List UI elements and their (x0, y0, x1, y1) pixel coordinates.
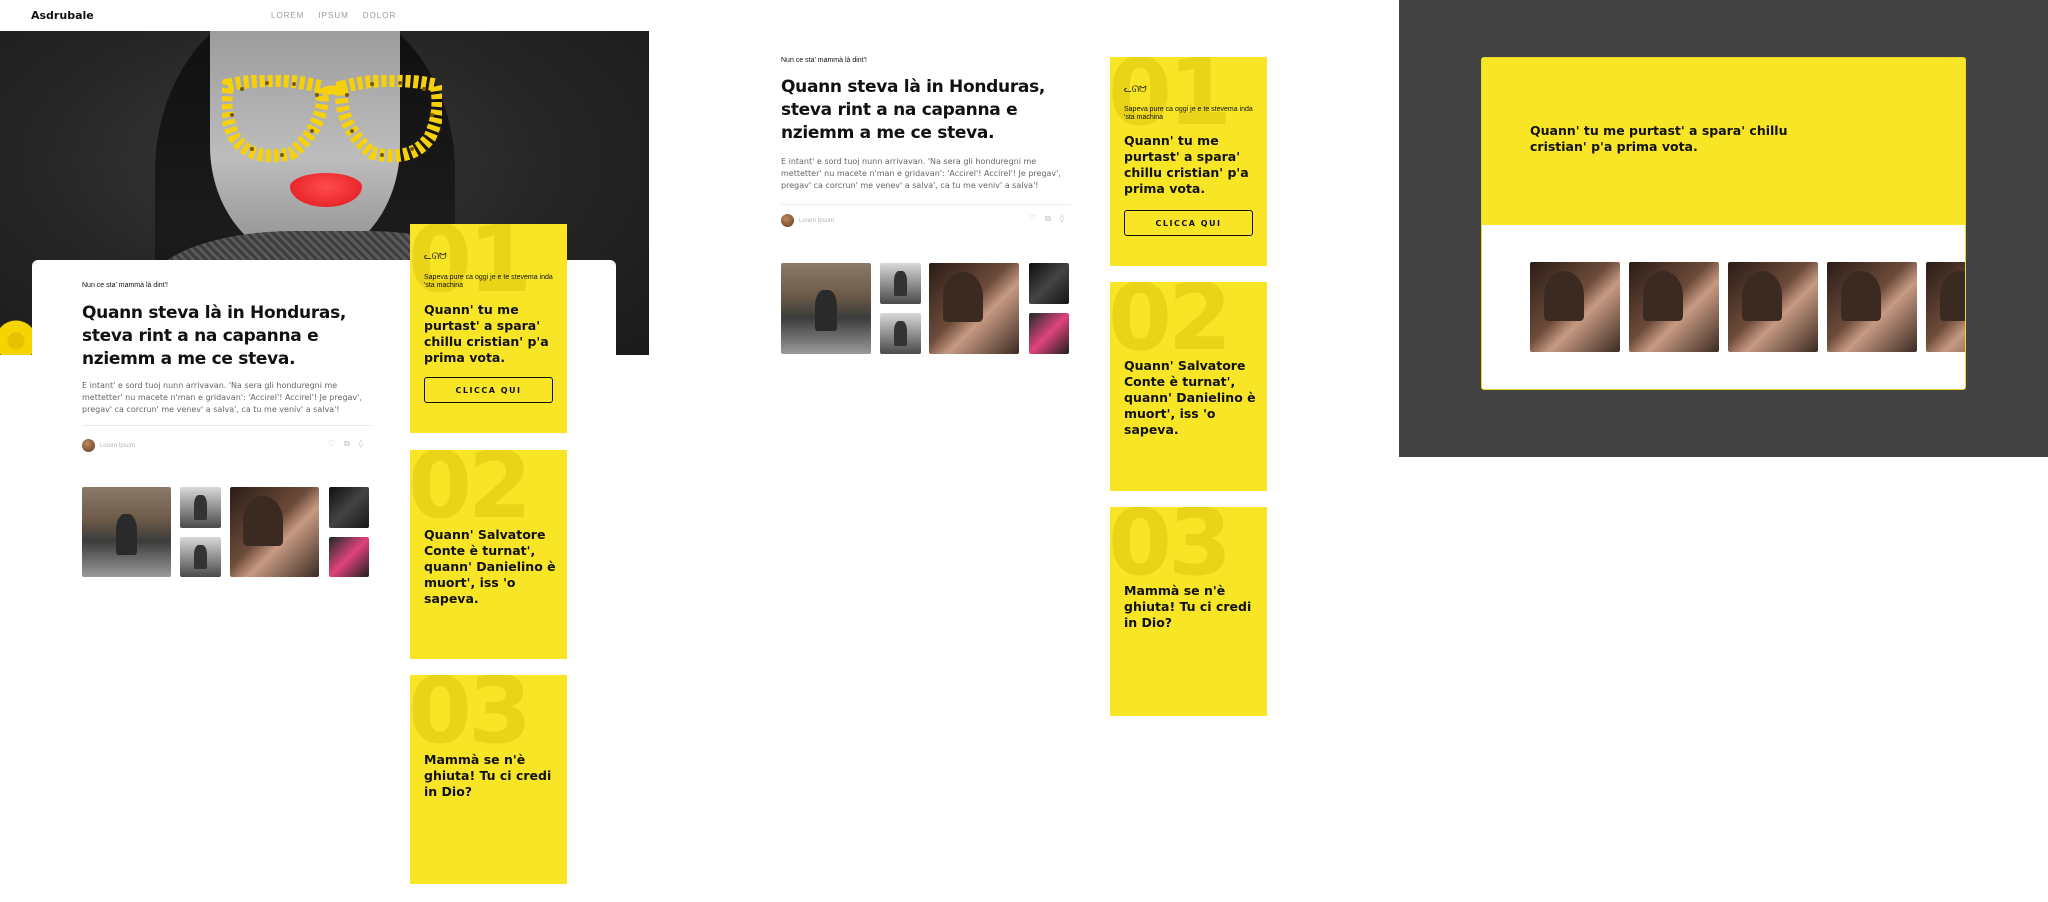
divider (781, 204, 1071, 205)
tile-heading: Quann' Salvatore Conte è turnat', quann'… (424, 527, 556, 606)
tile-number: 03 (410, 675, 532, 764)
top-navbar: Asdrubale LOREM IPSUM DOLOR (0, 0, 649, 31)
article-body: E intant' e sord tuoj nunn arrivavan. 'N… (781, 157, 1061, 190)
gallery-photo[interactable] (180, 487, 221, 528)
tile-number: 01 (1110, 57, 1232, 146)
feature-tile-02: 02 Quann' Salvatore Conte è turnat', qua… (1110, 282, 1267, 491)
nav-item-lorem[interactable]: LOREM (271, 11, 304, 20)
action-icons: ♡ ⧉ ◊ (328, 439, 363, 449)
bookmark-icon[interactable]: ◊ (1060, 214, 1064, 224)
gallery-photo[interactable] (1029, 313, 1069, 354)
nav-item-ipsum[interactable]: IPSUM (318, 11, 348, 20)
tile-heading: Quann' Salvatore Conte è turnat', quann'… (1124, 358, 1256, 437)
gallery-photo[interactable] (929, 263, 1019, 354)
article-title: Quann steva là in Honduras, steva rint a… (781, 77, 1046, 143)
nav-item-dolor[interactable]: DOLOR (363, 11, 396, 20)
article-body: E intant' e sord tuoj nunn arrivavan. 'N… (82, 381, 362, 414)
tile-subtitle: Sapeva pure ca oggi je e te stevema inda… (424, 274, 553, 289)
article-eyebrow: Nun ce sta' mammà là dint'! (82, 282, 168, 289)
gallery-photo[interactable] (329, 537, 369, 577)
gallery-photo[interactable] (329, 487, 369, 528)
tile-heading: Mammà se n'è ghiuta! Tu ci credi in Dio? (424, 752, 552, 799)
gallery-photo[interactable] (180, 537, 221, 577)
gallery-photo[interactable] (781, 263, 871, 354)
article-title: Quann steva là in Honduras, steva rint a… (82, 303, 347, 369)
tile-number: 02 (1110, 282, 1232, 371)
feature-tile-03: 03 Mammà se n'è ghiuta! Tu ci credi in D… (1110, 507, 1267, 716)
cat-icon: ᓚᘏᗢ (424, 252, 447, 262)
avatar[interactable] (82, 439, 95, 452)
clicca-qui-button[interactable]: CLICCA QUI (1124, 210, 1253, 236)
brand-logo[interactable]: Asdrubale (31, 9, 94, 22)
author-row: Lorem Ipsum (781, 214, 834, 227)
gallery-photo[interactable] (1029, 263, 1069, 304)
cat-icon: ᓚᘏᗢ (1124, 85, 1147, 95)
tile-number: 02 (410, 450, 532, 539)
modal-dialog: Quann' tu me purtast' a spara' chillu cr… (1481, 57, 1966, 390)
tile-heading: Quann' tu me purtast' a spara' chillu cr… (424, 302, 549, 365)
gallery-photo[interactable] (880, 313, 921, 354)
divider (82, 425, 372, 426)
article-eyebrow: Nun ce sta' mammà là dint'! (781, 57, 867, 64)
gallery-photo[interactable] (230, 487, 319, 577)
tile-number: 03 (1110, 507, 1232, 596)
nav-menu: LOREM IPSUM DOLOR (271, 11, 396, 20)
share-icon[interactable]: ⧉ (1045, 214, 1051, 224)
bookmark-icon[interactable]: ◊ (359, 439, 363, 449)
carousel-photo[interactable] (1530, 262, 1620, 352)
carousel-photo[interactable] (1728, 262, 1818, 352)
modal-heading: Quann' tu me purtast' a spara' chillu cr… (1530, 123, 1788, 154)
feature-tile-01: 01 ᓚᘏᗢ Sapeva pure ca oggi je e te steve… (1110, 57, 1267, 266)
like-icon[interactable]: ♡ (328, 439, 335, 449)
gallery-photo[interactable] (82, 487, 171, 577)
feature-tile-02: 02 Quann' Salvatore Conte è turnat', qua… (410, 450, 567, 659)
tile-heading: Mammà se n'è ghiuta! Tu ci credi in Dio? (1124, 583, 1252, 630)
carousel-photo[interactable] (1827, 262, 1917, 352)
tile-number: 01 (410, 224, 532, 313)
feature-tile-03: 03 Mammà se n'è ghiuta! Tu ci credi in D… (410, 675, 567, 884)
author-name[interactable]: Lorem Ipsum (100, 443, 135, 449)
share-icon[interactable]: ⧉ (344, 439, 350, 449)
clicca-qui-button[interactable]: CLICCA QUI (424, 377, 553, 403)
author-name[interactable]: Lorem Ipsum (799, 218, 834, 224)
carousel-photo[interactable] (1926, 262, 1965, 352)
gallery-photo[interactable] (880, 263, 921, 304)
carousel-photo[interactable] (1629, 262, 1719, 352)
like-icon[interactable]: ♡ (1029, 214, 1036, 224)
feature-tile-01: 01 ᓚᘏᗢ Sapeva pure ca oggi je e te steve… (410, 224, 567, 433)
author-row: Lorem Ipsum (82, 439, 135, 452)
flower-sunglasses (222, 75, 442, 163)
avatar[interactable] (781, 214, 794, 227)
action-icons: ♡ ⧉ ◊ (1029, 214, 1064, 224)
modal-header: Quann' tu me purtast' a spara' chillu cr… (1482, 58, 1965, 225)
tile-subtitle: Sapeva pure ca oggi je e te stevema inda… (1124, 106, 1253, 121)
photo-carousel[interactable] (1530, 262, 1965, 352)
tile-heading: Quann' tu me purtast' a spara' chillu cr… (1124, 133, 1249, 196)
